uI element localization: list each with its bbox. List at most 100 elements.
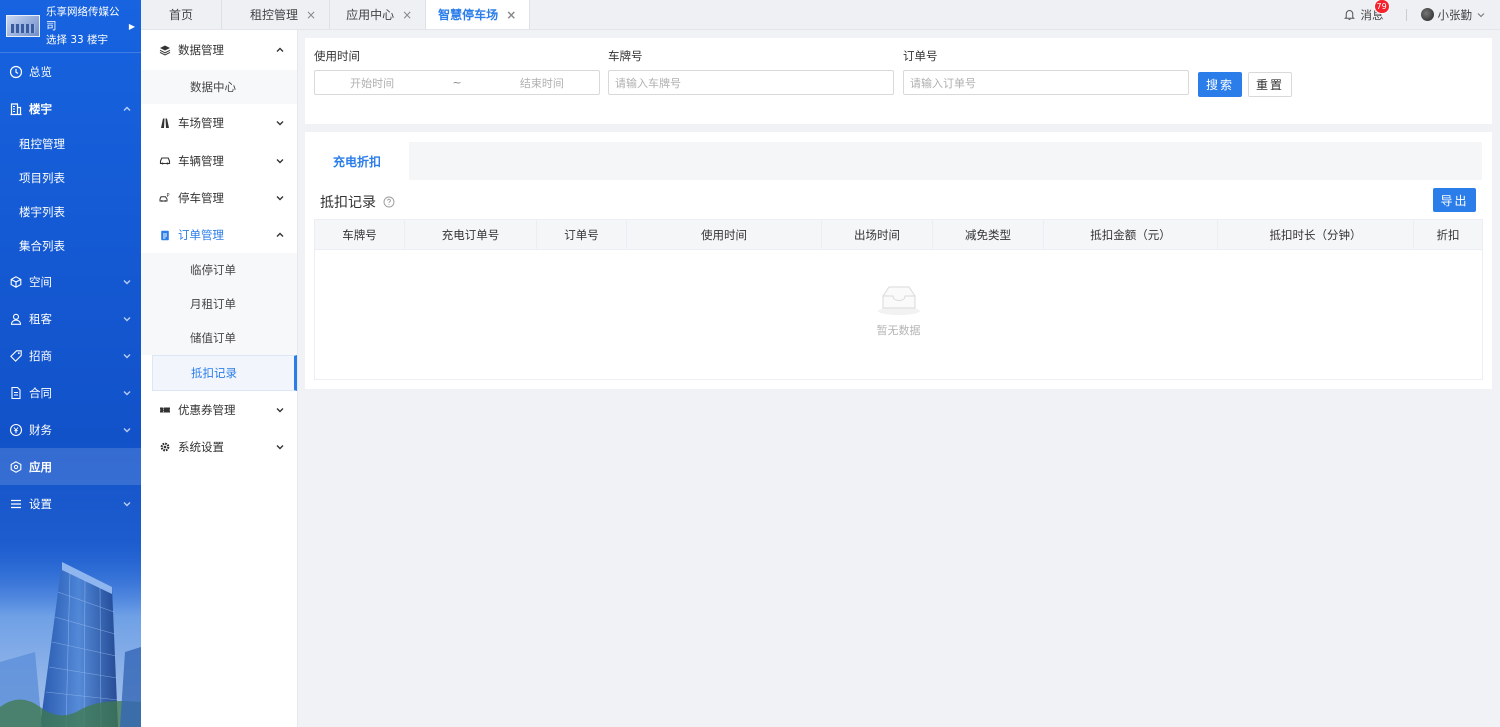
divider bbox=[1405, 8, 1407, 21]
sidebar-item-space[interactable]: 空间 bbox=[0, 263, 141, 300]
end-time-placeholder: 结束时间 bbox=[519, 76, 564, 90]
avatar bbox=[1420, 8, 1434, 21]
sidebar-item-label: 总览 bbox=[29, 64, 52, 79]
order-number-input[interactable]: 请输入订单号 bbox=[903, 70, 1189, 95]
chevron-down-icon bbox=[276, 121, 284, 126]
deduction-records-table: 车牌号 充电订单号 订单号 使用时间 出场时间 减免类型 抵扣金额（元） 抵扣时… bbox=[314, 219, 1483, 380]
subnav-stored-value-orders[interactable]: 储值订单 bbox=[141, 321, 297, 355]
close-icon[interactable]: × bbox=[402, 8, 412, 22]
sidebar-item-label: 楼宇 bbox=[29, 101, 52, 116]
plate-number-input[interactable]: 请输入车牌号 bbox=[608, 70, 894, 95]
subnav-order-management[interactable]: 订单管理 bbox=[141, 216, 297, 253]
start-time-placeholder: 开始时间 bbox=[350, 76, 395, 90]
sidebar-item-building[interactable]: 楼宇 bbox=[0, 90, 141, 127]
sidebar-item-settings[interactable]: 设置 bbox=[0, 485, 141, 522]
usage-time-range-picker[interactable]: 开始时间 ~ 结束时间 bbox=[314, 70, 600, 95]
layers-icon bbox=[159, 45, 171, 56]
table-header: 车牌号 充电订单号 订单号 使用时间 出场时间 减免类型 抵扣金额（元） 抵扣时… bbox=[315, 220, 1482, 250]
chevron-up-icon bbox=[276, 232, 284, 237]
chevron-down-icon bbox=[276, 195, 284, 200]
sidebar-item-finance[interactable]: 财务 bbox=[0, 411, 141, 448]
sidebar-item-label: 设置 bbox=[29, 496, 52, 511]
company-logo bbox=[6, 15, 40, 37]
chevron-down-icon bbox=[276, 407, 284, 412]
chevron-down-icon bbox=[123, 279, 131, 284]
column-header[interactable]: 车牌号 bbox=[315, 220, 405, 249]
subnav-data-center[interactable]: 数据中心 bbox=[141, 70, 297, 104]
svg-text:P: P bbox=[167, 193, 170, 199]
range-separator: ~ bbox=[452, 76, 462, 89]
results-panel: 充电折扣 抵扣记录 导出 车牌号 充电订单号 订单号 使用时间 出场时间 减免类… bbox=[305, 132, 1492, 389]
chevron-down-icon bbox=[123, 353, 131, 358]
subnav-data-management[interactable]: 数据管理 bbox=[141, 30, 297, 70]
subnav-monthly-orders[interactable]: 月租订单 bbox=[141, 287, 297, 321]
app-sub-navigation: 数据管理 数据中心 车场管理 车辆管理 P 停车管理 订单管理 临停订单 月租订… bbox=[141, 30, 298, 727]
column-header[interactable]: 减免类型 bbox=[933, 220, 1044, 249]
road-icon bbox=[161, 118, 169, 128]
building-select: 选择 33 楼宇 bbox=[46, 34, 109, 46]
section-title: 抵扣记录 bbox=[320, 195, 376, 211]
sidebar-item-applications[interactable]: 应用 bbox=[0, 448, 141, 485]
tab-rent-control[interactable]: 租控管理 × bbox=[222, 0, 331, 29]
column-header[interactable]: 充电订单号 bbox=[405, 220, 537, 249]
usage-time-label: 使用时间 bbox=[314, 49, 360, 63]
app-cube-icon bbox=[10, 460, 22, 473]
sidebar-subitem-project-list[interactable]: 项目列表 bbox=[0, 161, 141, 195]
sidebar-item-label: 财务 bbox=[29, 422, 52, 437]
close-icon[interactable]: × bbox=[306, 8, 316, 22]
company-switcher[interactable]: 乐享网络传媒公司 选择 33 楼宇 ▶ bbox=[0, 0, 141, 53]
caret-right-icon: ▶ bbox=[128, 21, 135, 31]
cube-icon bbox=[10, 275, 22, 288]
tab-charging-discount[interactable]: 充电折扣 bbox=[305, 142, 409, 180]
close-icon[interactable]: × bbox=[506, 8, 516, 22]
sidebar-item-label: 空间 bbox=[29, 274, 52, 289]
empty-state: 暂无数据 bbox=[315, 282, 1482, 338]
chevron-down-icon bbox=[123, 390, 131, 395]
subnav-deduction-records[interactable]: 抵扣记录 bbox=[152, 355, 297, 391]
sidebar-item-label: 应用 bbox=[29, 459, 52, 474]
tab-app-center[interactable]: 应用中心 × bbox=[330, 0, 427, 29]
tab-smart-parking[interactable]: 智慧停车场 × bbox=[426, 0, 531, 29]
subnav-vehicle-management[interactable]: 车辆管理 bbox=[141, 142, 297, 179]
messages-button[interactable]: 消息 79 bbox=[1343, 0, 1390, 23]
panel-tab-bar: 充电折扣 bbox=[305, 142, 1482, 180]
clock-icon bbox=[9, 65, 23, 78]
subnav-lot-management[interactable]: 车场管理 bbox=[141, 104, 297, 142]
sidebar-subitem-collection-list[interactable]: 集合列表 bbox=[0, 229, 141, 263]
sidebar-item-investment[interactable]: 招商 bbox=[0, 337, 141, 374]
column-header[interactable]: 抵扣时长（分钟） bbox=[1218, 220, 1414, 249]
gear-icon bbox=[160, 442, 170, 451]
company-name: 乐享网络传媒公司 bbox=[46, 6, 120, 32]
sidebar-item-overview[interactable]: 总览 bbox=[0, 53, 141, 90]
user-menu[interactable]: 小张勤 bbox=[1420, 7, 1487, 23]
column-header[interactable]: 使用时间 bbox=[627, 220, 822, 249]
column-header[interactable]: 折扣 bbox=[1414, 220, 1482, 249]
plate-number-label: 车牌号 bbox=[608, 49, 643, 63]
subnav-temporary-orders[interactable]: 临停订单 bbox=[141, 253, 297, 287]
column-header[interactable]: 抵扣金额（元） bbox=[1044, 220, 1218, 249]
empty-text: 暂无数据 bbox=[876, 324, 921, 337]
tab-home[interactable]: 首页 bbox=[141, 0, 223, 29]
reset-button[interactable]: 重置 bbox=[1248, 72, 1292, 97]
ticket-icon bbox=[160, 407, 170, 412]
sidebar-item-tenant[interactable]: 租客 bbox=[0, 300, 141, 337]
column-header[interactable]: 出场时间 bbox=[822, 220, 933, 249]
empty-box-icon bbox=[877, 286, 920, 315]
document-icon bbox=[11, 386, 21, 399]
export-button[interactable]: 导出 bbox=[1433, 188, 1476, 212]
chevron-down-icon bbox=[276, 158, 284, 163]
user-name: 小张勤 bbox=[1437, 7, 1473, 22]
sidebar-item-contract[interactable]: 合同 bbox=[0, 374, 141, 411]
subnav-system-settings[interactable]: 系统设置 bbox=[141, 428, 297, 465]
filter-panel: 使用时间 开始时间 ~ 结束时间 车牌号 请输入车牌号 订单号 请输入订单号 搜… bbox=[305, 38, 1492, 124]
sidebar-item-label: 租客 bbox=[29, 311, 52, 326]
column-header[interactable]: 订单号 bbox=[537, 220, 627, 249]
tag-icon bbox=[10, 349, 22, 362]
order-number-label: 订单号 bbox=[903, 49, 938, 63]
subnav-coupon-management[interactable]: 优惠券管理 bbox=[141, 391, 297, 428]
help-icon[interactable] bbox=[383, 196, 395, 208]
subnav-parking-management[interactable]: P 停车管理 bbox=[141, 179, 297, 216]
sidebar-subitem-rent-control[interactable]: 租控管理 bbox=[0, 127, 141, 161]
sidebar-subitem-building-list[interactable]: 楼宇列表 bbox=[0, 195, 141, 229]
search-button[interactable]: 搜索 bbox=[1198, 72, 1242, 97]
